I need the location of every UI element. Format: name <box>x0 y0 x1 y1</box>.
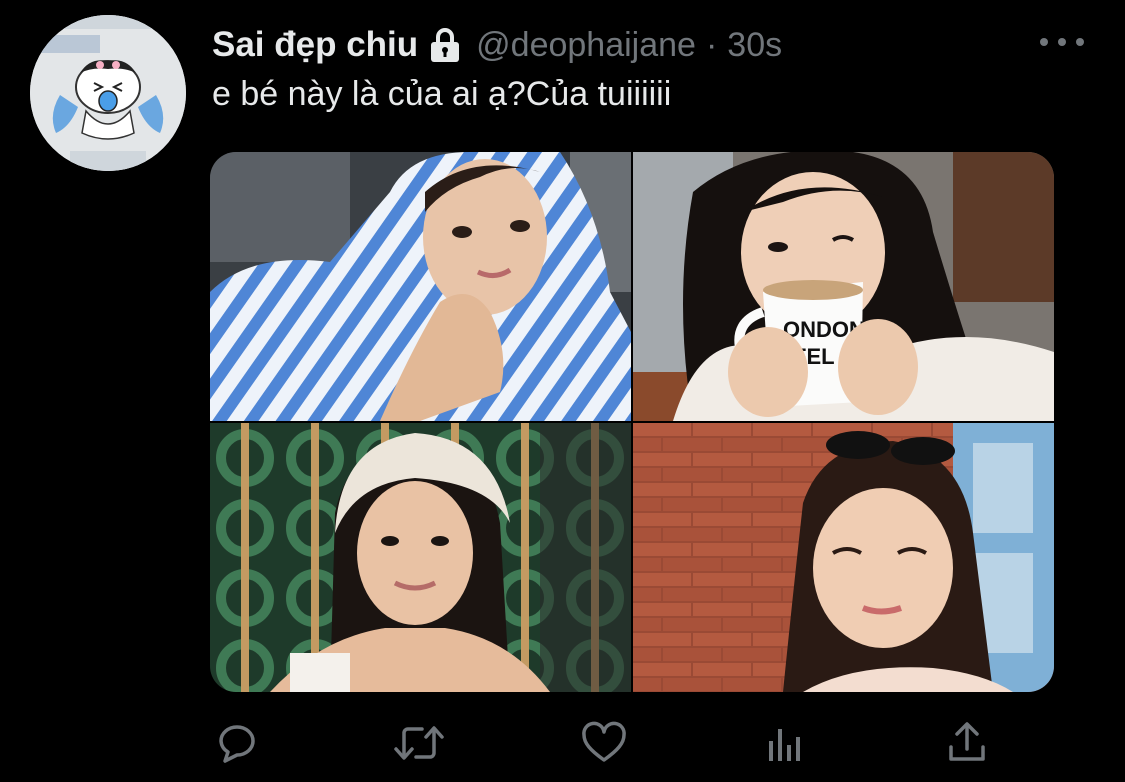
reply-icon <box>219 725 255 763</box>
action-bar <box>210 718 1000 768</box>
reply-button[interactable] <box>210 718 264 768</box>
separator-dot: · <box>705 25 718 64</box>
media-grid: ONDON FEL <box>210 152 1054 692</box>
photo-2[interactable]: ONDON FEL <box>633 152 1054 421</box>
analytics-icon <box>769 729 800 761</box>
retweet-icon <box>394 726 444 760</box>
dot <box>1076 38 1084 46</box>
more-dots-icon[interactable] <box>1040 30 1084 54</box>
heart-icon <box>582 721 626 762</box>
tweet-text: e bé này là của ai ạ?Của tuiiiiii <box>212 75 672 113</box>
avatar[interactable] <box>30 15 186 171</box>
share-icon <box>949 722 985 761</box>
photo-4[interactable] <box>633 423 1054 692</box>
share-button[interactable] <box>940 718 994 768</box>
analytics-button[interactable] <box>758 718 812 768</box>
tweet-header: Sai đẹp chiu @deophaijane · 30s <box>212 22 782 68</box>
timestamp[interactable]: 30s <box>727 26 782 65</box>
user-handle[interactable]: @deophaijane <box>476 26 696 65</box>
dot <box>1040 38 1048 46</box>
dot <box>1058 38 1066 46</box>
photo-1[interactable] <box>210 152 631 421</box>
photo-3[interactable] <box>210 423 631 692</box>
lock-icon <box>428 27 462 63</box>
display-name[interactable]: Sai đẹp chiu <box>212 25 418 65</box>
tweet[interactable]: Sai đẹp chiu @deophaijane · 30s e bé này… <box>0 0 1125 782</box>
like-button[interactable] <box>577 718 631 768</box>
retweet-button[interactable] <box>392 718 446 768</box>
